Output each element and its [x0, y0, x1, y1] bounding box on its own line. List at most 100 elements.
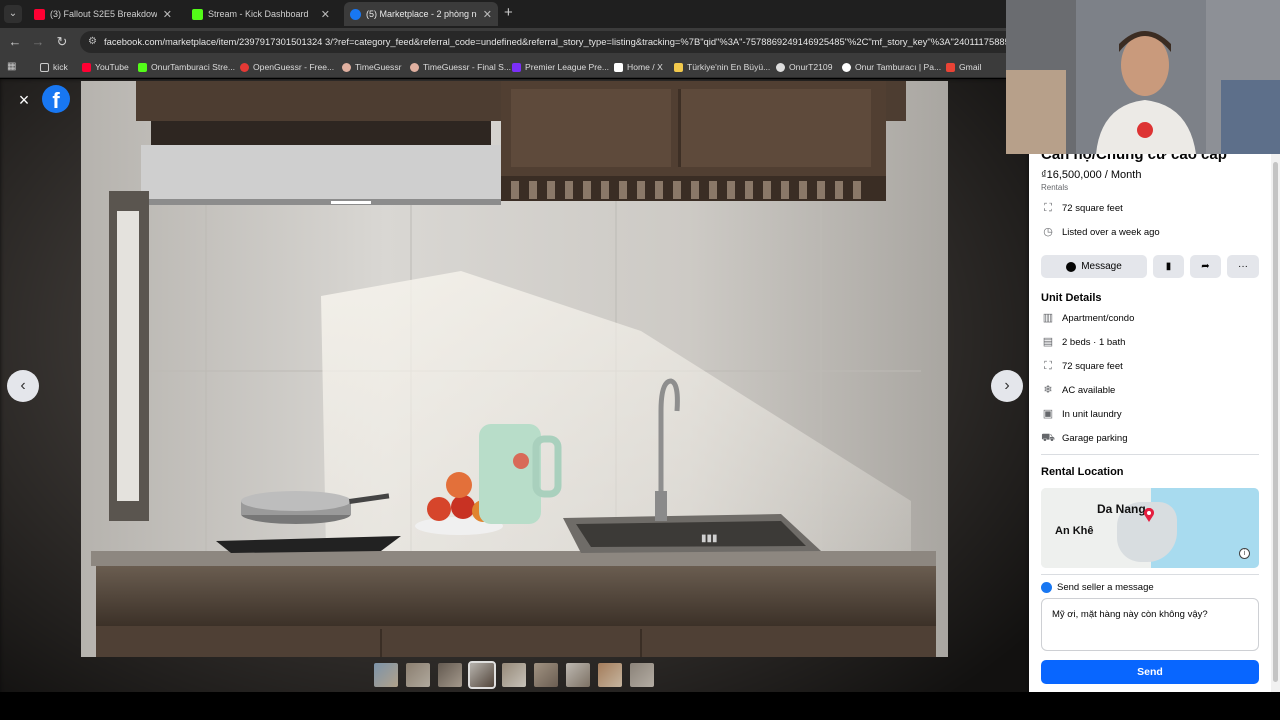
more-dots-icon: ···	[1238, 261, 1248, 272]
photo-thumbnail[interactable]	[534, 663, 558, 687]
bookmark-label: TimeGuessr	[355, 62, 402, 72]
browser-toolbar: ← → ↻ ⚙ facebook.com/marketplace/item/23…	[0, 28, 1006, 56]
divider	[1041, 454, 1259, 455]
tab-close-icon[interactable]: ✕	[321, 8, 330, 21]
listed-text: Listed over a week ago	[1062, 226, 1160, 238]
unit-detail-item: ⛶ 72 square feet	[1041, 358, 1123, 374]
bookmark-item[interactable]: YouTube	[82, 60, 129, 74]
size-row: ⛶ 72 square feet	[1041, 200, 1123, 216]
message-button-label: Message	[1081, 261, 1122, 272]
save-button[interactable]: ▮	[1153, 255, 1184, 278]
site-info-icon[interactable]: ⚙	[88, 31, 97, 53]
unit-detail-label: In unit laundry	[1062, 408, 1122, 420]
photo-thumbnail[interactable]	[598, 663, 622, 687]
apps-grid-icon[interactable]: ▦	[7, 61, 19, 73]
webcam-overlay	[1006, 0, 1280, 154]
more-options-button[interactable]: ···	[1227, 255, 1259, 278]
next-photo-button[interactable]: ›	[991, 370, 1023, 402]
messenger-icon	[1066, 261, 1077, 272]
unit-detail-label: 2 beds · 1 bath	[1062, 336, 1126, 348]
scrollbar-thumb[interactable]	[1273, 162, 1278, 682]
divider	[1041, 574, 1259, 575]
reload-icon[interactable]: ↻	[53, 33, 71, 51]
share-button[interactable]: ➦	[1190, 255, 1221, 278]
tab-marketplace[interactable]: (5) Marketplace - 2 phòng ngủ ✕	[344, 2, 498, 26]
photo-thumbnail[interactable]	[566, 663, 590, 687]
bookmark-label: kick	[53, 62, 68, 72]
svg-text:▮▮▮: ▮▮▮	[701, 533, 718, 544]
tab-title: (3) Fallout S2E5 Breakdown of	[50, 9, 157, 19]
message-button[interactable]: Message	[1041, 255, 1147, 278]
listing-title: Căn hộ/Chung cư cao cấp	[1041, 154, 1227, 163]
building-icon: ▥	[1042, 312, 1054, 324]
bookmark-item[interactable]: Gmail	[946, 60, 981, 74]
photo-thumbnail[interactable]	[438, 663, 462, 687]
map-info-icon[interactable]: i	[1239, 548, 1250, 559]
area-icon: ⛶	[1044, 202, 1052, 214]
photo-thumbnail[interactable]	[468, 661, 496, 689]
bookmark-item[interactable]: OpenGuessr - Free...	[240, 60, 334, 74]
bookmark-item[interactable]: OnurTamburaci Stre...	[138, 60, 235, 74]
chevron-right-icon: ›	[1004, 377, 1010, 394]
car-icon: ⛟	[1041, 432, 1055, 444]
kick-favicon-icon	[192, 8, 203, 20]
photo-viewer: ▮▮▮ × f ‹ ›	[0, 79, 1029, 720]
bookmark-item[interactable]: Home / X	[614, 60, 663, 74]
listing-category[interactable]: Rentals	[1041, 183, 1068, 192]
tab-search-chevron-icon[interactable]: ⌄	[4, 5, 22, 23]
photo-thumbnail[interactable]	[502, 663, 526, 687]
close-icon[interactable]: ×	[11, 87, 37, 113]
send-button[interactable]: Send	[1041, 660, 1259, 684]
plus-icon[interactable]: +	[504, 4, 513, 22]
map-city-label: Da Nang	[1097, 502, 1146, 516]
bookmark-item[interactable]: Premier League Pre...	[512, 60, 609, 74]
previous-photo-button[interactable]: ‹	[7, 370, 39, 402]
arrow-right-icon[interactable]: →	[29, 33, 47, 51]
kitchen-photo-illustration: ▮▮▮	[81, 81, 948, 657]
bookmark-label: Onur Tamburacı | Pa...	[855, 62, 942, 72]
chevron-left-icon: ‹	[20, 377, 26, 394]
size-text: 72 square feet	[1062, 202, 1123, 214]
turkey-site-icon	[674, 62, 683, 72]
photo-thumbnail[interactable]	[630, 663, 654, 687]
photo-thumbnail[interactable]	[406, 663, 430, 687]
bookmarks-bar: ▦ kick YouTube OnurTamburaci Stre... Ope…	[0, 56, 1006, 78]
message-input[interactable]: Mỹ ơi, mặt hàng này còn không vậy?	[1041, 598, 1259, 651]
unit-detail-label: AC available	[1062, 384, 1116, 396]
panel-scrollbar[interactable]	[1271, 154, 1280, 692]
listing-photo: ▮▮▮	[81, 81, 948, 657]
facebook-favicon-icon	[350, 8, 361, 20]
kick-icon	[138, 62, 147, 72]
bookmark-item[interactable]: TimeGuessr	[342, 60, 401, 74]
bookmark-item[interactable]: Türkiye'nin En Büyü...	[674, 60, 770, 74]
tab-strip: ⌄ (3) Fallout S2E5 Breakdown of ✕ Stream…	[0, 0, 1006, 28]
bookmark-label: Gmail	[959, 62, 982, 72]
tab-title: (5) Marketplace - 2 phòng ngủ	[366, 9, 477, 19]
bookmark-label: OnurTamburaci Stre...	[151, 62, 236, 72]
photo-thumbnail[interactable]	[374, 663, 398, 687]
bookmark-item[interactable]: kick	[40, 60, 68, 74]
rental-location-title: Rental Location	[1041, 466, 1124, 478]
arrow-left-icon[interactable]: ←	[6, 33, 24, 51]
bookmark-label: TimeGuessr - Final S...	[423, 62, 512, 72]
unit-detail-label: 72 square feet	[1062, 360, 1123, 372]
premier-league-icon	[512, 62, 521, 72]
address-bar[interactable]: ⚙ facebook.com/marketplace/item/23979173…	[80, 31, 1006, 53]
tab-kick-dashboard[interactable]: Stream - Kick Dashboard ✕	[186, 2, 336, 26]
bookmark-label: OpenGuessr - Free...	[253, 62, 335, 72]
unit-detail-item: ⛟ Garage parking	[1041, 430, 1127, 446]
tab-close-icon[interactable]: ✕	[483, 8, 492, 21]
listing-panel: Căn hộ/Chung cư cao cấp ₫16,500,000 / Mo…	[1029, 154, 1280, 692]
tab-close-icon[interactable]: ✕	[163, 8, 172, 21]
action-buttons: Message ▮ ➦ ···	[1041, 255, 1259, 278]
tab-fallout[interactable]: (3) Fallout S2E5 Breakdown of ✕	[28, 2, 178, 26]
location-map[interactable]: Da Nang An Khê i	[1041, 488, 1259, 568]
bookmark-item[interactable]: TimeGuessr - Final S...	[410, 60, 511, 74]
bookmark-item[interactable]: OnurT2109	[776, 60, 832, 74]
bookmark-label: YouTube	[95, 62, 129, 72]
clock-icon: ◷	[1043, 226, 1053, 238]
snowflake-icon: ❄	[1043, 384, 1053, 396]
share-arrow-icon: ➦	[1201, 261, 1210, 272]
facebook-logo-icon[interactable]: f	[42, 85, 70, 113]
bookmark-item[interactable]: Onur Tamburacı | Pa...	[842, 60, 941, 74]
